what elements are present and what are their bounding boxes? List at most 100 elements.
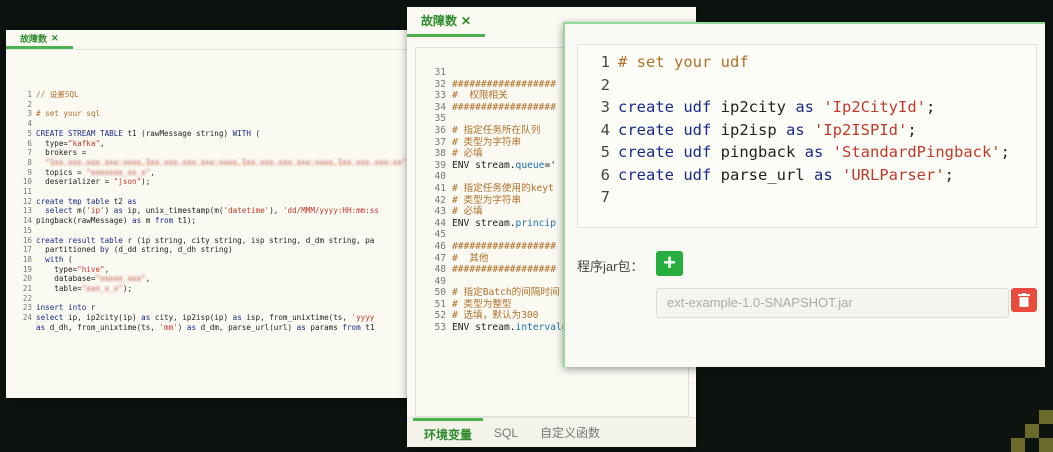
udf-code-editor[interactable]: 1 # set your udf 2 3 create udf ip2city as … xyxy=(578,45,1036,209)
line-number: 23 xyxy=(22,303,32,313)
code-token: (d_dd string, d_dh string) xyxy=(109,245,233,255)
close-icon[interactable]: ✕ xyxy=(51,33,59,44)
tab-fault-count[interactable]: 故障数 ✕ xyxy=(407,7,486,37)
line-number: 49 xyxy=(434,275,446,287)
line-number: 18 xyxy=(22,254,32,264)
code-token: r (ip string, city string, isp string, d… xyxy=(122,235,375,245)
code-token: create udf xyxy=(618,120,712,139)
code-token: 'dd/MMM/yyyy:HH:mm:ss xyxy=(282,206,379,216)
code-token: 'datetime' xyxy=(223,206,270,216)
code-line: 17 partitioned by (d_dd string, d_dh str… xyxy=(20,245,426,255)
code-token: ), xyxy=(269,206,283,216)
code-token: , xyxy=(150,167,155,177)
line-number: 21 xyxy=(22,284,32,294)
code-line: 14 pingback(rawMessage) as m from t1); xyxy=(20,216,426,226)
tab-env-vars[interactable]: 环境变量 xyxy=(413,418,484,447)
code-token: ################## xyxy=(452,101,556,113)
code-token: # 必填 xyxy=(452,148,483,160)
code-token: "xxxxxxx_xx_x" xyxy=(86,167,151,177)
code-line: 3 create udf ip2city as 'Ip2CityId'; xyxy=(578,96,1036,119)
code-token: princip xyxy=(515,217,556,229)
add-jar-button[interactable]: + xyxy=(656,251,683,276)
line-number: 38 xyxy=(434,148,446,160)
code-token: ) xyxy=(104,206,114,216)
code-token: as xyxy=(132,216,142,226)
line-number: 41 xyxy=(434,182,446,194)
code-token: , xyxy=(145,274,151,284)
line-number: 24 xyxy=(22,313,32,323)
code-token: as xyxy=(785,120,805,139)
code-token: insert into xyxy=(36,303,87,313)
code-token: t1); xyxy=(173,216,197,226)
code-token: ; xyxy=(1000,143,1010,161)
code-token: as xyxy=(127,196,137,206)
code-token: m xyxy=(141,216,155,226)
line-number: 5 xyxy=(600,143,610,161)
code-line: as d_dh, from_unixtime(ts, 'mm') as d_dm… xyxy=(20,323,426,333)
code-token: with xyxy=(45,254,64,264)
line-number: 45 xyxy=(434,229,446,241)
sql-code-editor[interactable]: 1 // 设置SQL 2 3 # set your sql 4 5 CREATE STRE… xyxy=(6,50,426,333)
code-token: as xyxy=(813,165,833,184)
code-line: 8 "1xx.xxx.xxx.xxx:xxxx,1xx.xxx.xxx.xxx:… xyxy=(20,158,426,168)
code-token: "kafka" xyxy=(68,138,101,148)
line-number: 1 xyxy=(27,90,32,99)
line-number: 34 xyxy=(434,101,446,113)
code-line: 15 xyxy=(20,226,426,236)
line-number: 12 xyxy=(22,196,32,206)
udf-editor-panel: 1 # set your udf 2 3 create udf ip2city as … xyxy=(563,22,1045,367)
line-number: 52 xyxy=(434,310,446,322)
jar-file-input[interactable]: ext-example-1.0-SNAPSHOT.jar xyxy=(656,288,1009,318)
code-token: m( xyxy=(72,206,87,216)
code-line: 20 database="xxxxx_xxx", xyxy=(20,274,426,284)
code-line: 23 insert into r xyxy=(20,303,426,313)
line-number: 39 xyxy=(434,159,446,171)
code-line: 6 create udf parse_url as 'URLParser'; xyxy=(578,164,1036,187)
tab-fault-count[interactable]: 故障数 ✕ xyxy=(6,30,73,49)
code-token: as xyxy=(296,322,306,332)
tab-sql[interactable]: SQL xyxy=(483,418,529,447)
code-token: create result table xyxy=(36,235,123,245)
close-icon[interactable]: ✕ xyxy=(461,14,471,28)
code-line: 19 type="hive", xyxy=(20,265,426,275)
delete-jar-button[interactable] xyxy=(1011,288,1037,312)
code-token: # 权限相关 xyxy=(452,90,508,102)
line-number: 35 xyxy=(434,113,446,125)
code-line: 12 create tmp table t2 as xyxy=(20,197,426,207)
tab-label: 故障数 xyxy=(421,14,458,28)
code-token: ################## xyxy=(452,264,556,276)
code-token: 'URLParser' xyxy=(842,165,945,184)
line-number: 7 xyxy=(600,188,610,206)
code-token: ); xyxy=(122,284,133,294)
line-number: 44 xyxy=(434,217,446,229)
code-line: 1 # set your udf xyxy=(578,51,1036,74)
code-token: by xyxy=(100,245,110,255)
line-number: 9 xyxy=(27,167,32,177)
line-number: 43 xyxy=(434,206,446,218)
line-number: 33 xyxy=(434,90,446,102)
code-token: t1 (rawMessage string) xyxy=(122,128,233,138)
code-token: "hive" xyxy=(77,264,105,274)
code-token: t1 xyxy=(360,322,375,332)
code-token: d_dm, parse_url(url) xyxy=(196,322,297,332)
line-number: 19 xyxy=(22,264,32,274)
code-token: "json" xyxy=(113,177,142,187)
code-token: ); xyxy=(141,177,151,187)
code-token: isp, from_unixtime(ts, xyxy=(241,313,352,323)
line-number: 48 xyxy=(434,264,446,276)
code-token: # set your sql xyxy=(36,109,101,119)
code-token: CREATE STREAM TABLE xyxy=(36,128,123,138)
tab-udf[interactable]: 自定义函数 xyxy=(529,418,611,447)
code-line: 22 xyxy=(20,294,426,304)
code-token: ip, unix_timestamp(m( xyxy=(122,206,224,216)
line-number: 37 xyxy=(434,136,446,148)
code-token: ; xyxy=(944,165,954,184)
code-token: select xyxy=(36,313,64,323)
code-line: 2 xyxy=(578,74,1036,97)
bottom-tab-bar: 环境变量 SQL 自定义函数 xyxy=(407,417,696,447)
code-token: ; xyxy=(907,120,917,139)
